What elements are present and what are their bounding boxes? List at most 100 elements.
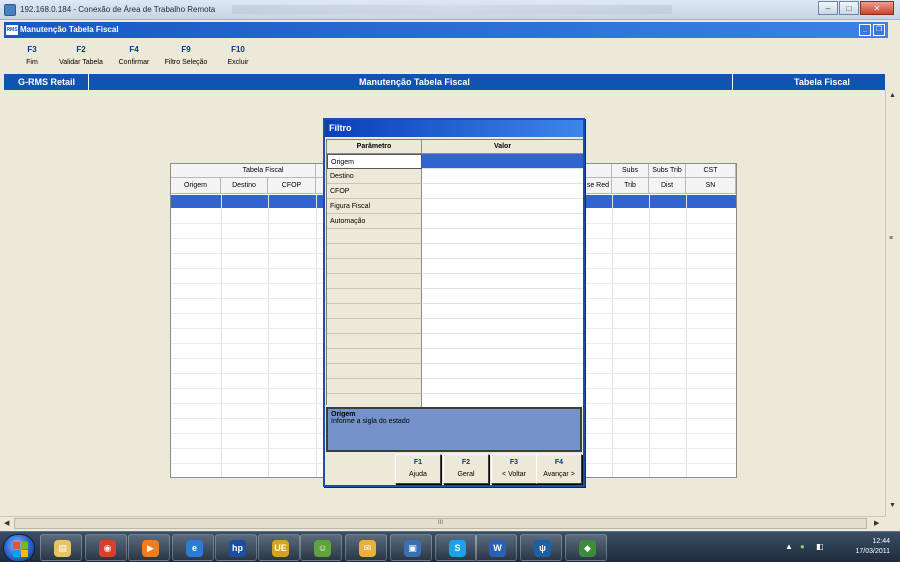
value-cell[interactable] [422, 154, 583, 169]
word-icon: W [489, 540, 506, 557]
taskbar-media-button[interactable]: ◉ [85, 534, 127, 561]
taskbar-remote-desktop-button[interactable]: ▣ [390, 534, 432, 561]
param-cell[interactable]: Destino [327, 169, 422, 184]
screen-name: Manutenção Tabela Fiscal [359, 77, 470, 87]
value-cell[interactable] [422, 169, 583, 184]
value-cell[interactable] [422, 199, 583, 214]
scroll-right-icon[interactable]: ▶ [874, 519, 879, 527]
scroll-up-icon[interactable]: ▲ [889, 92, 896, 99]
value-cell[interactable] [422, 304, 583, 319]
empty-param-cell[interactable] [327, 379, 422, 394]
app-minimize-button[interactable]: _ [859, 24, 871, 36]
green-app-icon: ◆ [579, 540, 596, 557]
fkey-label: Fim [26, 59, 38, 66]
minimize-button[interactable]: – [818, 1, 838, 15]
value-cell[interactable] [422, 364, 583, 379]
scroll-thumb[interactable]: III [14, 518, 867, 529]
tray-arrow-icon[interactable]: ▲ [785, 542, 793, 551]
empty-param-cell[interactable] [327, 229, 422, 244]
taskbar-skype-button[interactable]: S [435, 534, 477, 561]
fkey-key: F9 [181, 45, 191, 54]
grid-col-dist[interactable]: Dist [649, 178, 686, 194]
value-cell[interactable] [422, 214, 583, 229]
grid-col-sn[interactable]: SN [686, 178, 736, 194]
network-icon[interactable]: ● [800, 542, 805, 551]
windows-logo-icon [13, 550, 20, 557]
empty-param-cell[interactable] [327, 304, 422, 319]
grid-col-destino[interactable]: Destino [221, 178, 268, 194]
value-cell[interactable] [422, 319, 583, 334]
fkey-filtro-selecao[interactable]: F9 Filtro Seleção [160, 45, 212, 66]
voltar-button[interactable]: F3 < Voltar [491, 454, 537, 484]
taskbar-explorer-button[interactable]: ▤ [40, 534, 82, 561]
value-cell[interactable] [422, 379, 583, 394]
value-cell[interactable] [422, 274, 583, 289]
scroll-left-icon[interactable]: ◀ [4, 519, 9, 527]
empty-param-cell[interactable] [327, 319, 422, 334]
empty-param-cell[interactable] [327, 364, 422, 379]
taskbar-word-button[interactable]: W [475, 534, 517, 561]
taskbar-green-app-button[interactable]: ◆ [565, 534, 607, 561]
fkey-label: Confirmar [118, 59, 150, 66]
clock[interactable]: 12:44 17/03/2011 [855, 537, 890, 557]
value-cell[interactable] [422, 334, 583, 349]
grid-col-cfop[interactable]: CFOP [268, 178, 316, 194]
avancar-button[interactable]: F4 Avançar > [536, 454, 582, 484]
scroll-down-icon[interactable]: ▼ [889, 502, 896, 509]
scroll-grip-icon[interactable]: ≡ [889, 235, 893, 242]
help-panel: Origem Informe a sigla do estado [326, 407, 582, 452]
taskbar-hp-button[interactable]: hp [215, 534, 257, 561]
fkey-validar-tabela[interactable]: F2 Validar Tabela [54, 45, 108, 66]
fkey-key: F2 [76, 45, 86, 54]
taskbar-ie-button[interactable]: e [172, 534, 214, 561]
value-cell[interactable] [422, 259, 583, 274]
value-cell[interactable] [422, 244, 583, 259]
param-cell[interactable]: Figura Fiscal [327, 199, 422, 214]
clock-time: 12:44 [872, 538, 890, 545]
grid-col-origem[interactable]: Origem [171, 178, 221, 194]
param-cell[interactable]: Automação [327, 214, 422, 229]
value-cell[interactable] [422, 349, 583, 364]
hp-icon: hp [229, 540, 246, 557]
fkey-excluir[interactable]: F10 Excluir [222, 45, 254, 66]
value-cell[interactable] [422, 184, 583, 199]
fkey-confirmar[interactable]: F4 Confirmar [114, 45, 154, 66]
taskbar-ue-button[interactable]: UE [258, 534, 300, 561]
divider [732, 74, 733, 90]
ue-icon: UE [272, 540, 289, 557]
fkey-key: F4 [129, 45, 139, 54]
empty-param-cell[interactable] [327, 274, 422, 289]
empty-param-cell[interactable] [327, 349, 422, 364]
empty-param-cell[interactable] [327, 244, 422, 259]
grid-col-trib[interactable]: Trib [612, 178, 649, 194]
button-key: F3 [509, 459, 519, 466]
app-restore-button[interactable]: ❐ [873, 24, 885, 36]
col-valor: Valor [422, 140, 583, 154]
taskbar: ▤ ◉ ▶ e hp UE ☺ ✉ ▣ S Wψ ◆ ▲ ● ◧ 12:44 17/03/2011 [0, 531, 900, 562]
value-cell[interactable] [422, 289, 583, 304]
filtro-dialog: Filtro Parâmetro Valor Origem Destino CFOP… [323, 118, 585, 487]
param-cell[interactable]: CFOP [327, 184, 422, 199]
close-button[interactable]: ✕ [860, 1, 894, 15]
param-cell[interactable]: Origem [327, 154, 422, 169]
vertical-scrollbar[interactable]: ▲ ≡ ▼ [885, 90, 900, 516]
button-key: F4 [554, 459, 564, 466]
volume-icon[interactable]: ◧ [816, 542, 824, 551]
empty-param-cell[interactable] [327, 289, 422, 304]
geral-button[interactable]: F2 Geral [443, 454, 489, 484]
mail-icon: ✉ [359, 540, 376, 557]
taskbar-users-button[interactable]: ☺ [300, 534, 342, 561]
horizontal-scrollbar[interactable]: ◀ III ▶ [0, 516, 885, 530]
button-label: Avançar > [543, 471, 575, 478]
empty-param-cell[interactable] [327, 259, 422, 274]
taskbar-mail-button[interactable]: ✉ [345, 534, 387, 561]
empty-param-cell[interactable] [327, 334, 422, 349]
taskbar-cube-app-button[interactable]: ψ [520, 534, 562, 561]
value-cell[interactable] [422, 229, 583, 244]
start-button[interactable] [3, 534, 35, 562]
fkey-fim[interactable]: F3 Fim [22, 45, 42, 66]
taskbar-presentation-button[interactable]: ▶ [128, 534, 170, 561]
maximize-button[interactable]: □ [839, 1, 859, 15]
ajuda-button[interactable]: F1 Ajuda [395, 454, 441, 484]
divider [88, 74, 89, 90]
